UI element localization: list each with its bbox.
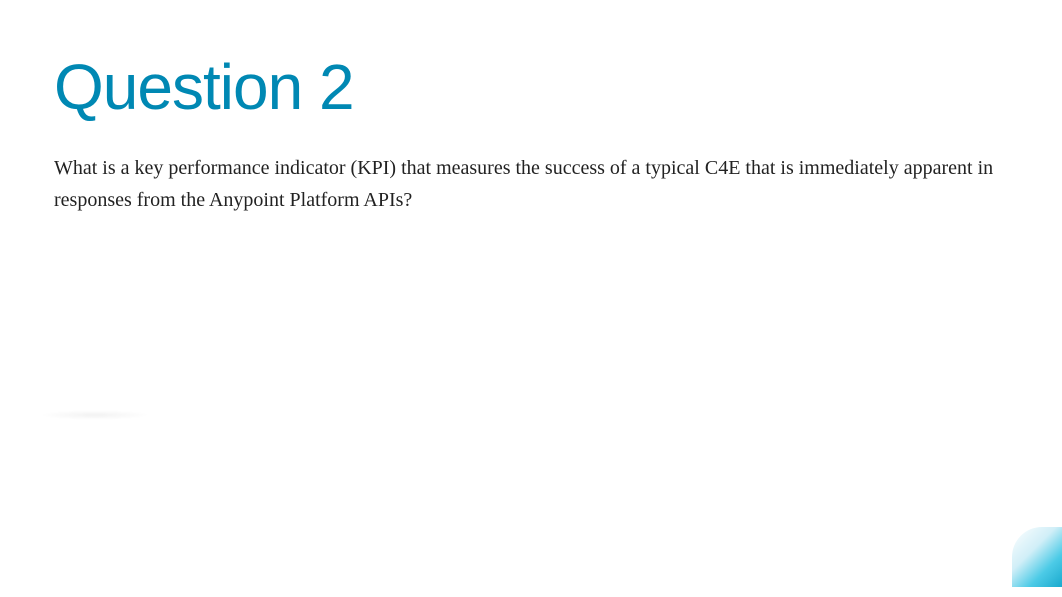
corner-decoration <box>1012 527 1062 587</box>
question-body: What is a key performance indicator (KPI… <box>54 152 1008 216</box>
slide-content: Question 2 What is a key performance ind… <box>0 0 1062 216</box>
question-title: Question 2 <box>54 50 1008 124</box>
shadow-decoration <box>40 410 150 420</box>
